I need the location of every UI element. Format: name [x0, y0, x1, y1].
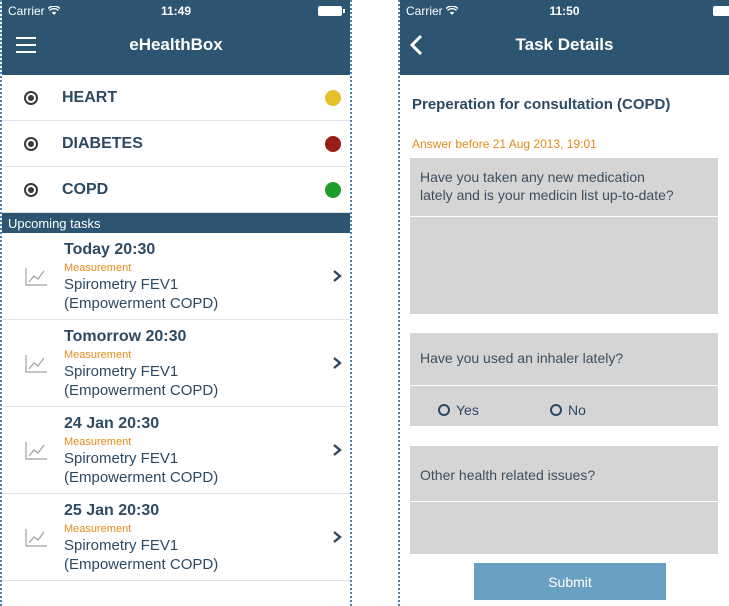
task-date: 25 Jan 20:30: [64, 502, 160, 519]
condition-label: HEART: [62, 88, 118, 106]
carrier-indicator: Carrier: [8, 4, 60, 18]
app-title: eHealthBox: [129, 35, 223, 54]
task-name: Spirometry FEV1 (Empowerment COPD): [64, 275, 218, 313]
status-dot-icon: [325, 181, 341, 198]
answer-field-other-issues[interactable]: [410, 502, 718, 554]
chart-line-icon: [25, 529, 47, 547]
status-bar: Carrier 11:49: [2, 0, 350, 22]
option-yes[interactable]: Yes: [438, 402, 479, 418]
carrier-label: Carrier: [406, 4, 443, 18]
carrier-label: Carrier: [8, 4, 45, 18]
option-label: No: [568, 402, 586, 418]
question-text-line2: lately and is your medicin list up-to-da…: [420, 187, 674, 203]
task-type: Measurement: [64, 262, 132, 274]
battery-icon: [713, 6, 729, 16]
task-row[interactable]: 24 Jan 20:30 Measurement Spirometry FEV1…: [2, 407, 350, 494]
radio-selected-icon: [24, 182, 38, 197]
task-name: Spirometry FEV1 (Empowerment COPD): [64, 449, 218, 487]
task-name-line1: Spirometry FEV1: [64, 363, 179, 380]
task-name-line2: (Empowerment COPD): [64, 556, 219, 573]
carrier-indicator: Carrier: [406, 4, 458, 18]
status-time: 11:49: [160, 4, 192, 18]
condition-label: COPD: [62, 180, 109, 198]
task-date: 24 Jan 20:30: [64, 415, 160, 432]
submit-button[interactable]: Submit: [474, 563, 666, 600]
radio-selected-icon: [24, 90, 38, 105]
radio-unselected-icon: [550, 404, 562, 416]
task-type: Measurement: [64, 349, 132, 361]
task-date: Today 20:30: [64, 241, 156, 258]
question-text: Have you used an inhaler lately?: [420, 350, 624, 366]
question-text-line1: Have you taken any new medication: [420, 169, 645, 185]
question-text: Have you taken any new medication lately…: [420, 168, 674, 204]
navigation-bar: Carrier 11:50 Task Details: [400, 0, 729, 75]
task-type: Measurement: [64, 523, 132, 535]
section-header-upcoming-tasks: Upcoming tasks: [2, 213, 350, 233]
task-date: Tomorrow 20:30: [64, 328, 187, 345]
question-text: Other health related issues?: [420, 467, 596, 483]
chevron-right-icon: [333, 531, 342, 543]
chart-line-icon: [25, 442, 47, 460]
task-row[interactable]: 25 Jan 20:30 Measurement Spirometry FEV1…: [2, 494, 350, 581]
radio-unselected-icon: [438, 404, 450, 416]
task-title: Preperation for consultation (COPD): [412, 96, 671, 113]
chevron-right-icon: [333, 270, 342, 282]
wifi-icon: [445, 6, 458, 15]
task-name-line2: (Empowerment COPD): [64, 382, 219, 399]
condition-label: DIABETES: [62, 134, 143, 152]
task-name: Spirometry FEV1 (Empowerment COPD): [64, 362, 218, 400]
task-name: Spirometry FEV1 (Empowerment COPD): [64, 536, 218, 574]
task-name-line1: Spirometry FEV1: [64, 537, 179, 554]
condition-item-heart[interactable]: HEART: [2, 75, 350, 121]
chevron-right-icon: [333, 357, 342, 369]
condition-item-diabetes[interactable]: DIABETES: [2, 121, 350, 167]
task-deadline: Answer before 21 Aug 2013, 19:01: [412, 137, 597, 151]
chart-line-icon: [25, 355, 47, 373]
status-dot-icon: [325, 89, 341, 106]
battery-icon: [318, 6, 345, 16]
chart-line-icon: [25, 268, 47, 286]
divider: [410, 385, 718, 386]
screen-title: Task Details: [515, 35, 614, 54]
task-row[interactable]: Today 20:30 Measurement Spirometry FEV1 …: [2, 233, 350, 320]
navigation-bar: Carrier 11:49 eHealthBox: [2, 0, 350, 75]
wifi-icon: [47, 6, 60, 15]
condition-item-copd[interactable]: COPD: [2, 167, 350, 213]
task-name-line1: Spirometry FEV1: [64, 450, 179, 467]
home-screen: Carrier 11:49 eHealthBox HEART DIABETES …: [0, 0, 352, 606]
task-details-screen: Carrier 11:50 Task Details Preperation f…: [398, 0, 729, 606]
task-name-line1: Spirometry FEV1: [64, 276, 179, 293]
option-label: Yes: [456, 402, 479, 418]
status-dot-icon: [325, 135, 341, 152]
status-time: 11:50: [549, 4, 580, 18]
task-name-line2: (Empowerment COPD): [64, 295, 219, 312]
chevron-right-icon: [333, 444, 342, 456]
radio-selected-icon: [24, 136, 38, 151]
option-no[interactable]: No: [550, 402, 586, 418]
task-row[interactable]: Tomorrow 20:30 Measurement Spirometry FE…: [2, 320, 350, 407]
answer-field-medication[interactable]: [410, 216, 718, 314]
task-type: Measurement: [64, 436, 132, 448]
task-name-line2: (Empowerment COPD): [64, 469, 219, 486]
status-bar: Carrier 11:50: [400, 0, 729, 22]
